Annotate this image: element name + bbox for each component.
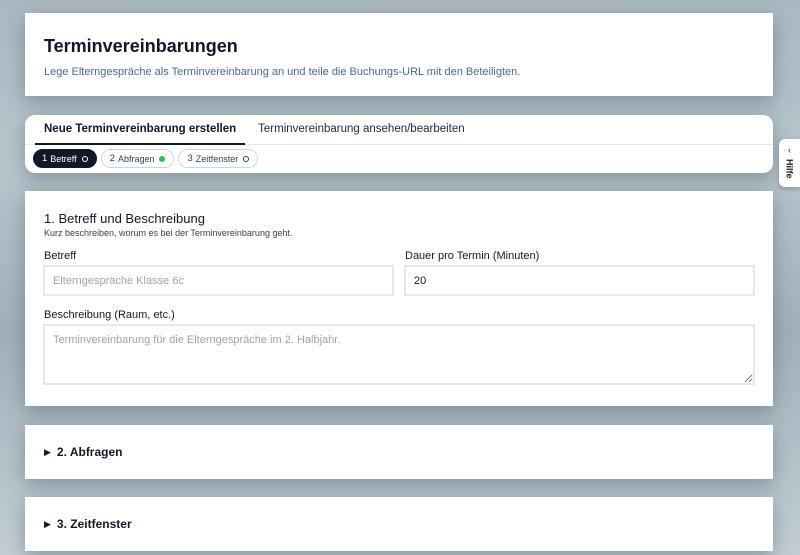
step-number: 1: [42, 153, 48, 164]
tabs-card: Neue Terminvereinbarung erstellen Termin…: [25, 115, 773, 173]
section-abfragen[interactable]: ▶ 2. Abfragen: [25, 425, 773, 479]
status-open-icon: [243, 155, 250, 162]
triangle-right-icon: ▶: [44, 446, 51, 457]
step-label: Betreff: [50, 153, 77, 164]
help-label: Hilfe: [784, 159, 795, 179]
section-betreff: 1. Betreff und Beschreibung Kurz beschre…: [25, 191, 773, 406]
status-open-icon: [81, 155, 88, 162]
section-heading: 1. Betreff und Beschreibung: [44, 211, 205, 226]
step-zeitfenster[interactable]: 3 Zeitfenster: [178, 149, 259, 168]
chevron-left-icon: ‹: [788, 145, 791, 155]
beschreibung-label: Beschreibung (Raum, etc.): [44, 309, 175, 321]
dauer-label: Dauer pro Termin (Minuten): [405, 250, 540, 262]
step-label: Abfragen: [117, 153, 155, 164]
page-title: Terminvereinbarungen: [44, 36, 238, 56]
section-title: 3. Zeitfenster: [56, 517, 132, 531]
step-number: 2: [109, 153, 115, 164]
section-zeitfenster[interactable]: ▶ 3. Zeitfenster: [25, 497, 773, 551]
section-hint: Kurz beschreiben, worum es bei der Termi…: [44, 228, 293, 238]
triangle-right-icon: ▶: [44, 518, 51, 529]
tab-view-edit[interactable]: Terminvereinbarung ansehen/bearbeiten: [249, 115, 474, 144]
step-betreff[interactable]: 1 Betreff: [33, 149, 97, 168]
status-done-icon: [159, 155, 166, 162]
section-title: 2. Abfragen: [56, 445, 123, 459]
betreff-input[interactable]: [43, 265, 394, 296]
help-tab[interactable]: ‹ Hilfe: [779, 139, 800, 187]
step-number: 3: [187, 153, 193, 164]
beschreibung-textarea[interactable]: [43, 324, 755, 385]
betreff-label: Betreff: [44, 250, 77, 262]
step-label: Zeitfenster: [195, 153, 239, 164]
step-abfragen[interactable]: 2 Abfragen: [100, 149, 175, 168]
tab-bar: Neue Terminvereinbarung erstellen Termin…: [25, 115, 773, 145]
step-navigation: 1 Betreff 2 Abfragen 3 Zeitfenster: [25, 145, 773, 172]
header-card: Terminvereinbarungen Lege Elterngespräch…: [25, 13, 773, 96]
dauer-input[interactable]: [404, 265, 755, 296]
tab-create[interactable]: Neue Terminvereinbarung erstellen: [35, 115, 246, 145]
page-subtitle: Lege Elterngespräche als Terminvereinbar…: [44, 66, 521, 78]
